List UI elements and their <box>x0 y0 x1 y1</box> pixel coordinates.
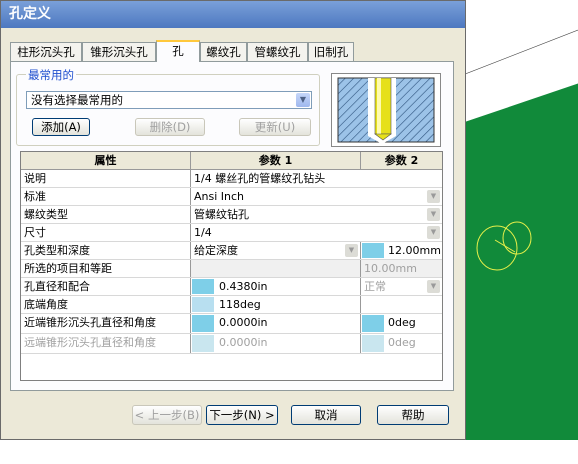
near-csk-diameter-value: 0.0000in <box>219 316 268 329</box>
size-value: 1/4 <box>194 226 212 239</box>
3d-model-sketch <box>455 29 578 271</box>
chevron-down-icon[interactable]: ▼ <box>427 280 440 293</box>
diameter-icon <box>192 279 214 294</box>
table-row: 底端角度 118deg <box>21 296 442 314</box>
tab-countersink[interactable]: 锥形沉头孔 <box>82 42 156 61</box>
depth-value: 12.00mm <box>388 244 441 257</box>
thread-type-select[interactable]: 管螺纹钻孔 ▼ <box>191 206 442 223</box>
grid-header-param1: 参数 1 <box>191 152 361 170</box>
table-row: 尺寸 1/4 ▼ <box>21 224 442 242</box>
row-property: 所选的项目和等距 <box>21 260 191 277</box>
cancel-button[interactable]: 取消 <box>291 405 361 425</box>
tab-hole[interactable]: 孔 <box>156 40 200 62</box>
update-button[interactable]: 更新(U) <box>239 118 311 136</box>
far-csk-angle-value: 0deg <box>388 336 416 349</box>
depth-field[interactable]: 12.00mm <box>361 242 442 259</box>
standard-select[interactable]: Ansi Inch ▼ <box>191 188 442 205</box>
chevron-down-icon[interactable]: ▼ <box>427 190 440 203</box>
bottom-angle-field[interactable]: 118deg <box>191 296 361 313</box>
far-csk-angle-field: 0deg <box>361 334 442 353</box>
far-csk-diameter-value: 0.0000in <box>219 336 268 349</box>
countersink-angle-icon <box>362 315 384 332</box>
table-row: 所选的项目和等距 10.00mm <box>21 260 442 278</box>
favorites-label: 最常用的 <box>26 67 76 83</box>
hole-preview <box>331 73 441 147</box>
offset-value: 10.00mm <box>361 260 442 277</box>
row-property: 远端锥形沉头孔直径和角度 <box>21 334 191 353</box>
bottom-angle-value: 118deg <box>219 298 261 311</box>
table-row: 孔类型和深度 给定深度 ▼ 12.00mm <box>21 242 442 260</box>
row-property: 孔类型和深度 <box>21 242 191 259</box>
fit-select[interactable]: 正常 ▼ <box>361 278 442 295</box>
chevron-down-icon[interactable]: ▼ <box>345 244 358 257</box>
tab-counterbore[interactable]: 柱形沉头孔 <box>10 42 82 61</box>
hole-type-depth-value: 给定深度 <box>194 244 238 257</box>
grid-header-property: 属性 <box>21 152 191 170</box>
tab-pipe-tap[interactable]: 管螺纹孔 <box>247 42 308 61</box>
hole-diameter-value: 0.4380in <box>219 280 268 293</box>
near-csk-angle-value: 0deg <box>388 316 416 329</box>
table-row: 标准 Ansi Inch ▼ <box>21 188 442 206</box>
table-row: 远端锥形沉头孔直径和角度 0.0000in 0deg <box>21 334 442 354</box>
size-select[interactable]: 1/4 ▼ <box>191 224 442 241</box>
countersink-icon <box>192 315 214 332</box>
row-property: 标准 <box>21 188 191 205</box>
favorites-select[interactable]: 没有选择最常用的 ▼ <box>26 91 312 109</box>
hole-type-depth-select[interactable]: 给定深度 ▼ <box>191 242 361 259</box>
table-row: 螺纹类型 管螺纹钻孔 ▼ <box>21 206 442 224</box>
viewport-bottom <box>0 440 578 464</box>
chevron-down-icon[interactable]: ▼ <box>427 208 440 221</box>
grid-header-param2: 参数 2 <box>361 152 442 170</box>
countersink-icon <box>192 335 214 352</box>
bottom-angle-param2 <box>361 296 442 313</box>
far-csk-diameter-field: 0.0000in <box>191 334 361 353</box>
angle-icon <box>192 297 214 312</box>
row-property: 底端角度 <box>21 296 191 313</box>
chevron-down-icon[interactable]: ▼ <box>427 226 440 239</box>
help-button[interactable]: 帮助 <box>377 405 449 425</box>
selected-item-field <box>191 260 361 277</box>
tab-tapped-hole[interactable]: 螺纹孔 <box>200 42 247 61</box>
add-button[interactable]: 添加(A) <box>32 118 90 136</box>
near-csk-angle-field[interactable]: 0deg <box>361 314 442 333</box>
table-row: 孔直径和配合 0.4380in 正常 ▼ <box>21 278 442 296</box>
row-property: 孔直径和配合 <box>21 278 191 295</box>
description-field[interactable]: 1/4 螺丝孔的管螺纹孔钻头 <box>191 170 442 187</box>
chevron-down-icon[interactable]: ▼ <box>296 93 310 107</box>
row-property: 尺寸 <box>21 224 191 241</box>
standard-select-value: Ansi Inch <box>194 190 245 203</box>
dialog-title: 孔定义 <box>1 1 465 28</box>
depth-icon <box>362 243 384 258</box>
hole-diameter-field[interactable]: 0.4380in <box>191 278 361 295</box>
tab-legacy-hole[interactable]: 旧制孔 <box>308 42 354 61</box>
near-csk-diameter-field[interactable]: 0.0000in <box>191 314 361 333</box>
row-property: 近端锥形沉头孔直径和角度 <box>21 314 191 333</box>
thread-type-value: 管螺纹钻孔 <box>194 208 249 221</box>
hole-preview-graphic <box>337 77 435 144</box>
next-button[interactable]: 下一步(N) > <box>206 405 278 425</box>
fit-value: 正常 <box>364 280 386 293</box>
parameter-grid: 属性 参数 1 参数 2 说明 1/4 螺丝孔的管螺纹孔钻头 标准 Ansi I… <box>20 151 443 381</box>
countersink-angle-icon <box>362 335 384 352</box>
delete-button[interactable]: 删除(D) <box>135 118 205 136</box>
row-property: 说明 <box>21 170 191 187</box>
back-button[interactable]: < 上一步(B) <box>132 405 202 425</box>
table-row: 说明 1/4 螺丝孔的管螺纹孔钻头 <box>21 170 442 188</box>
row-property: 螺纹类型 <box>21 206 191 223</box>
table-row: 近端锥形沉头孔直径和角度 0.0000in 0deg <box>21 314 442 334</box>
favorites-select-value: 没有选择最常用的 <box>31 93 123 107</box>
